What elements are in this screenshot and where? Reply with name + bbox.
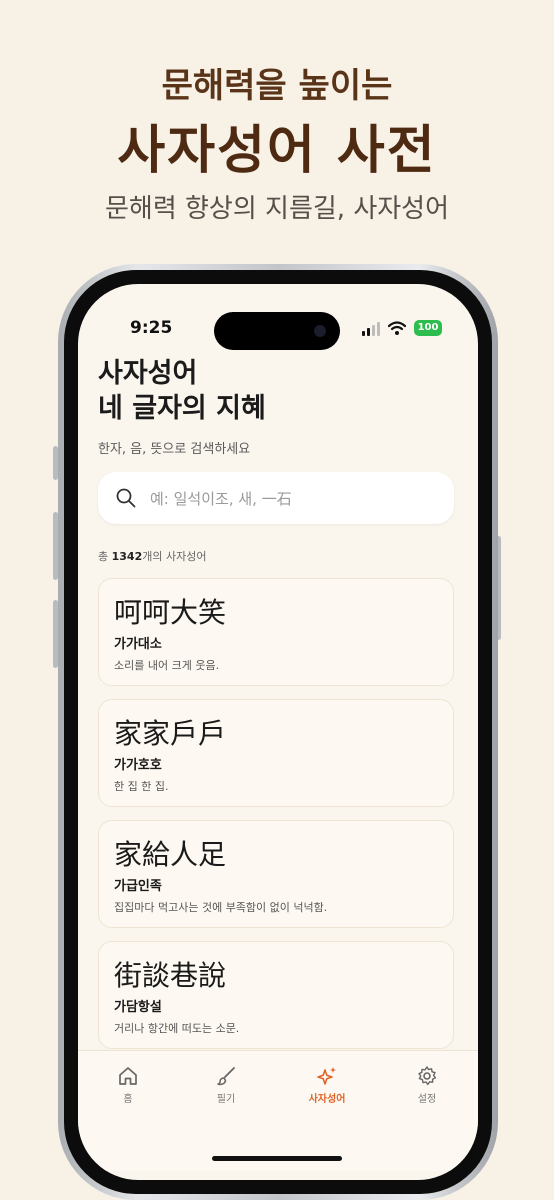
idiom-meaning: 거리나 항간에 떠도는 소문. [114,1022,240,1035]
brush-icon [217,1067,235,1086]
idiom-hanja: 家家戶戶 [114,717,227,750]
idiom-card[interactable]: 呵呵大笑 가가대소 소리를 내어 크게 웃음. [98,578,454,686]
dynamic-island [214,312,340,350]
idiom-count-number: 1342 [111,550,143,563]
promo-tagline: 문해력 향상의 지름길, 사자성어 [104,194,450,224]
promo-subtitle: 문해력을 높이는 [161,66,393,106]
tab-settings[interactable]: 설정 [397,1059,457,1105]
idiom-card[interactable]: 街談巷說 가담항설 거리나 항간에 떠도는 소문. [98,941,454,1049]
phone-frame: 9:25 100 사자성어 네 글자의 지혜 한자, 음, 뜻으로 검색하세요 [58,264,498,1200]
idiom-reading: 가가호호 [114,758,162,773]
idiom-card[interactable]: 家給人足 가급인족 집집마다 먹고사는 것에 부족함이 없이 넉넉함. [98,820,454,928]
promo-title: 사자성어 사전 [117,120,437,181]
search-hint: 한자, 음, 뜻으로 검색하세요 [98,442,251,457]
tab-settings-label: 설정 [417,1094,437,1105]
tab-writing-label: 필기 [216,1094,236,1105]
wifi-icon [388,321,406,335]
idiom-hanja: 呵呵大笑 [114,596,227,629]
battery-icon: 100 [414,320,442,336]
idiom-reading: 가담항설 [114,1000,162,1015]
search-input[interactable] [148,484,442,514]
tab-bar: 홈 필기 사자성어 설정 [78,1050,478,1171]
search-icon [116,488,136,508]
idiom-reading: 가급인족 [114,879,162,894]
home-indicator[interactable] [212,1156,342,1161]
idiom-card[interactable]: 家家戶戶 가가호호 한 집 한 집. [98,699,454,807]
camera-icon [314,325,326,337]
sparkles-icon [317,1067,336,1085]
signal-icon [362,322,382,336]
idiom-reading: 가가대소 [114,637,162,652]
idiom-count: 총 1342개의 사자성어 [98,550,207,563]
idiom-meaning: 집집마다 먹고사는 것에 부족함이 없이 넉넉함. [114,901,328,914]
idiom-meaning: 한 집 한 집. [114,780,169,793]
status-time: 9:25 [130,318,173,338]
tab-idioms-label: 사자성어 [308,1094,346,1105]
gear-icon [418,1066,437,1086]
tab-writing[interactable]: 필기 [196,1059,256,1105]
idiom-meaning: 소리를 내어 크게 웃음. [114,659,220,672]
tab-home[interactable]: 홈 [98,1059,158,1105]
idiom-hanja: 街談巷說 [114,959,227,992]
search-box[interactable] [98,472,454,524]
idiom-hanja: 家給人足 [114,838,227,871]
page-title-line1: 사자성어 [98,358,198,389]
phone-bezel: 9:25 100 사자성어 네 글자의 지혜 한자, 음, 뜻으로 검색하세요 [64,270,492,1194]
tab-home-label: 홈 [123,1094,133,1105]
page-title-line2: 네 글자의 지혜 [98,393,266,424]
phone-screen: 9:25 100 사자성어 네 글자의 지혜 한자, 음, 뜻으로 검색하세요 [78,284,478,1180]
home-icon [119,1067,137,1085]
tab-idioms[interactable]: 사자성어 [297,1059,357,1105]
page-title: 사자성어 네 글자의 지혜 [98,356,266,426]
